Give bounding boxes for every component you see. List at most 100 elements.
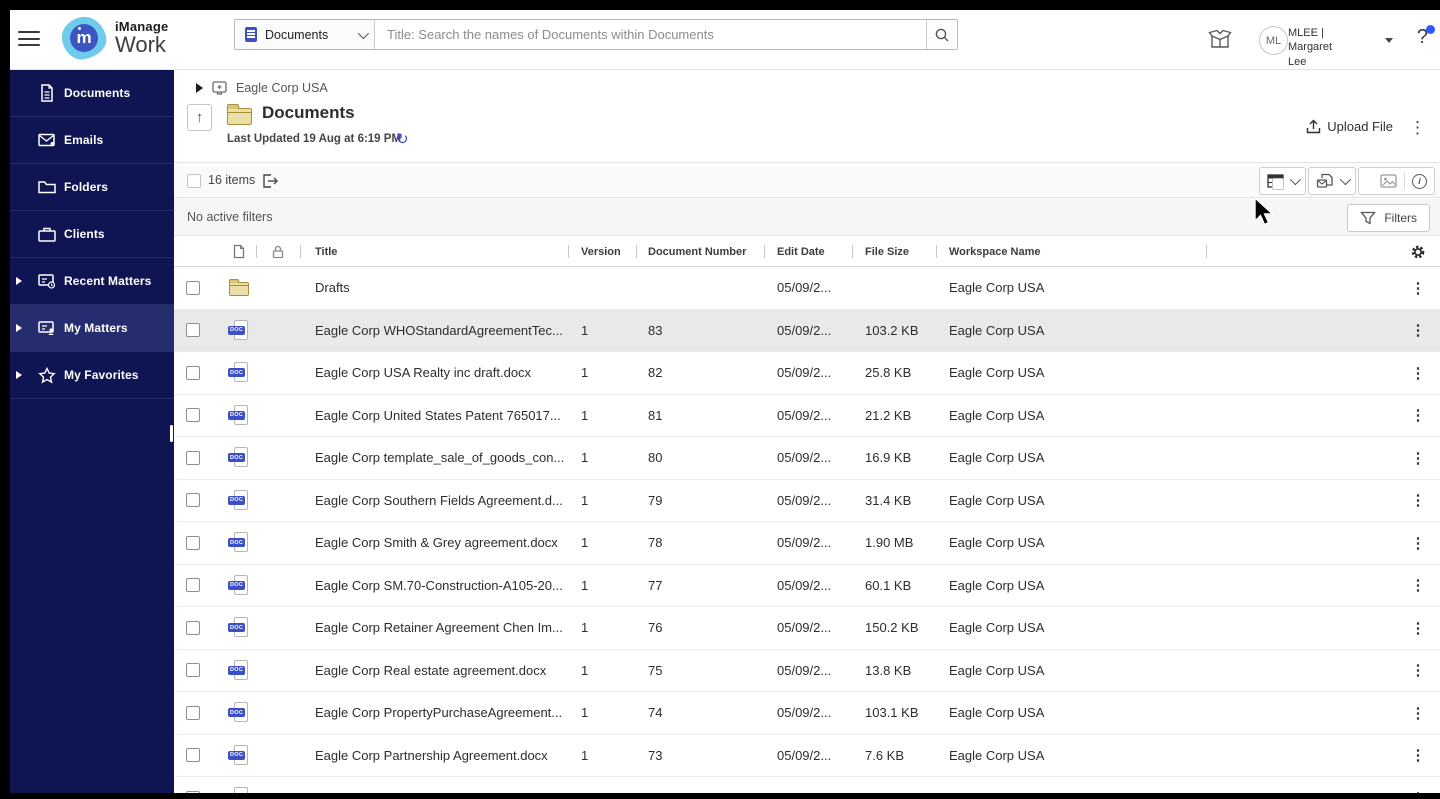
row-actions-kebab-icon[interactable]: ⋮ (1411, 576, 1426, 594)
header-title[interactable]: Title (300, 236, 568, 267)
row-actions-kebab-icon[interactable]: ⋮ (1411, 449, 1426, 467)
header-workspace-name[interactable]: Workspace Name (936, 236, 1206, 267)
row-title[interactable]: Eagle Corp SM.70-Construction-A105-20... (300, 565, 568, 607)
row-actions-kebab-icon[interactable]: ⋮ (1411, 406, 1426, 424)
navigate-up-button[interactable]: ↑ (187, 104, 212, 131)
row-title[interactable]: Eagle Corp template_sale_of_goods_con... (300, 437, 568, 479)
row-checkbox[interactable] (186, 748, 200, 762)
row-actions-kebab-icon[interactable]: ⋮ (1411, 704, 1426, 722)
row-checkbox[interactable] (186, 706, 200, 720)
header-doctype-column[interactable] (222, 236, 256, 267)
header-lock-column[interactable] (256, 236, 300, 267)
table-row[interactable]: DOC Eagle Corp USA Realty inc draft.docx… (174, 352, 1440, 395)
table-row[interactable]: DOC Eagle Corp Smith & Grey agreement.do… (174, 522, 1440, 565)
row-checkbox[interactable] (186, 366, 200, 380)
sidebar-item-my-matters[interactable]: My Matters (10, 305, 174, 352)
row-checkbox[interactable] (186, 791, 200, 793)
row-actions-kebab-icon[interactable]: ⋮ (1411, 661, 1426, 679)
filters-button[interactable]: Filters (1347, 204, 1430, 232)
search-button[interactable] (926, 20, 957, 49)
row-title[interactable]: Eagle Corp WHOStandardAgreementTec... (300, 310, 568, 352)
row-checkbox[interactable] (186, 578, 200, 592)
row-actions-kebab-icon[interactable]: ⋮ (1411, 619, 1426, 637)
column-settings-button[interactable] (1396, 236, 1440, 267)
hamburger-menu-icon[interactable] (18, 31, 40, 47)
document-icon (38, 84, 56, 102)
row-checkbox[interactable] (186, 323, 200, 337)
row-title[interactable]: Eagle Corp Smith & Grey agreement.docx (300, 522, 568, 564)
header-document-number[interactable]: Document Number (636, 236, 764, 267)
row-workspace-name: Eagle Corp USA (936, 692, 1206, 734)
row-actions-kebab-icon[interactable]: ⋮ (1411, 746, 1426, 764)
row-actions-kebab-icon[interactable]: ⋮ (1411, 534, 1426, 552)
sidebar-item-emails[interactable]: Emails (10, 117, 174, 164)
sidebar-item-my-favorites[interactable]: My Favorites (10, 352, 174, 399)
row-actions-kebab-icon[interactable]: ⋮ (1411, 364, 1426, 382)
refresh-icon[interactable]: ↻ (396, 130, 409, 148)
row-spacer (1206, 352, 1396, 394)
preview-toggle[interactable] (1373, 168, 1404, 194)
expand-caret-icon[interactable] (16, 277, 22, 285)
table-row[interactable]: DOC Eagle Corp template_sale_of_goods_co… (174, 437, 1440, 480)
row-file-size: 150.2 KB (852, 607, 936, 649)
row-title[interactable]: Eagle Corp United States Patent 765017..… (300, 395, 568, 437)
select-all-checkbox[interactable] (187, 174, 201, 188)
row-checkbox[interactable] (186, 451, 200, 465)
row-checkbox[interactable] (186, 663, 200, 677)
sidebar-resize-handle[interactable] (170, 425, 173, 442)
table-row[interactable]: DOC Eagle Corp Southern Fields Agreement… (174, 480, 1440, 523)
row-title[interactable]: Drafts (300, 267, 568, 309)
table-row[interactable]: Drafts 05/09/2... Eagle Corp USA ⋮ (174, 267, 1440, 310)
sidebar-item-recent-matters[interactable]: Recent Matters (10, 258, 174, 305)
table-row[interactable]: DOC Eagle Corp Retainer Agreement Chen I… (174, 607, 1440, 650)
search-scope-dropdown[interactable]: Documents (235, 20, 375, 49)
search-input[interactable] (375, 20, 926, 49)
row-checkbox[interactable] (186, 408, 200, 422)
row-title[interactable]: Eagle Corp Partnership Agreement.docx (300, 735, 568, 777)
sidebar-item-folders[interactable]: Folders (10, 164, 174, 211)
sidebar-item-documents[interactable]: Documents (10, 70, 174, 117)
row-actions-kebab-icon[interactable]: ⋮ (1411, 321, 1426, 339)
row-checkbox[interactable] (186, 621, 200, 635)
table-row[interactable]: DOC Eagle Corp Real estate agreement.doc… (174, 650, 1440, 693)
table-row[interactable]: DOC Eagle Corp SM.70-Construction-A105-2… (174, 565, 1440, 608)
expand-caret-icon[interactable] (16, 371, 22, 379)
row-lock-cell (256, 310, 300, 352)
row-actions-kebab-icon[interactable]: ⋮ (1411, 789, 1426, 793)
row-title[interactable]: Eagle Corp Southern Fields Agreement.d..… (300, 480, 568, 522)
show-checkboxes-toggle[interactable] (1359, 168, 1373, 194)
header-file-size[interactable]: File Size (852, 236, 936, 267)
row-title[interactable] (300, 777, 568, 793)
header-edit-date[interactable]: Edit Date (764, 236, 852, 267)
row-checkbox[interactable] (186, 281, 200, 295)
row-actions-kebab-icon[interactable]: ⋮ (1411, 279, 1426, 297)
help-icon[interactable]: ? (1417, 26, 1428, 49)
export-list-icon[interactable] (262, 173, 279, 189)
sidebar-item-clients[interactable]: Clients (10, 211, 174, 258)
row-title[interactable]: Eagle Corp Retainer Agreement Chen Im... (300, 607, 568, 649)
upload-file-button[interactable]: Upload File (1306, 119, 1393, 134)
sidebar-items: Documents Emails Folders Clients (10, 70, 174, 399)
row-checkbox[interactable] (186, 536, 200, 550)
table-row[interactable]: DOC Eagle Corp WHOStandardAgreementTec..… (174, 310, 1440, 353)
share-export-button[interactable] (1309, 168, 1355, 194)
whats-new-box-icon[interactable] (1208, 28, 1232, 50)
header-version[interactable]: Version (568, 236, 636, 267)
table-row[interactable]: DOC ⋮ (174, 777, 1440, 793)
row-title[interactable]: Eagle Corp PropertyPurchaseAgreement... (300, 692, 568, 734)
row-actions-kebab-icon[interactable]: ⋮ (1411, 491, 1426, 509)
breadcrumb-workspace-label[interactable]: Eagle Corp USA (236, 81, 328, 95)
imanage-work-logo: m iManage Work (62, 17, 168, 59)
table-row[interactable]: DOC Eagle Corp Partnership Agreement.doc… (174, 735, 1440, 778)
breadcrumb-expand-icon[interactable] (196, 83, 203, 93)
user-menu-caret-icon[interactable] (1385, 38, 1393, 43)
info-button[interactable]: i (1405, 168, 1434, 194)
row-title[interactable]: Eagle Corp Real estate agreement.docx (300, 650, 568, 692)
folder-actions-kebab-icon[interactable]: ⋮ (1409, 118, 1426, 138)
row-title[interactable]: Eagle Corp USA Realty inc draft.docx (300, 352, 568, 394)
expand-caret-icon[interactable] (16, 324, 22, 332)
table-row[interactable]: DOC Eagle Corp United States Patent 7650… (174, 395, 1440, 438)
row-checkbox[interactable] (186, 493, 200, 507)
user-avatar[interactable]: ML (1259, 26, 1288, 55)
table-row[interactable]: DOC Eagle Corp PropertyPurchaseAgreement… (174, 692, 1440, 735)
